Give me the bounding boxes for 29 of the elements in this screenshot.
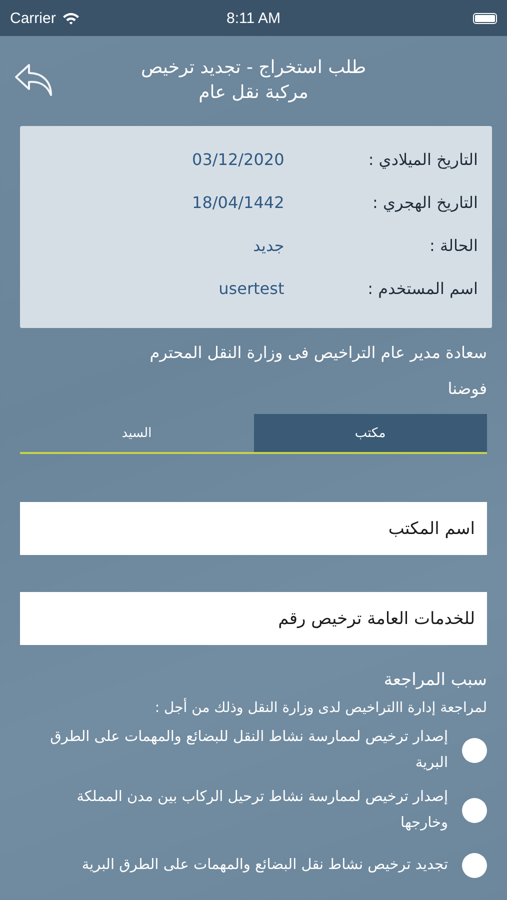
info-value: usertest (218, 279, 284, 298)
radio-button[interactable] (462, 738, 487, 762)
info-label: اسم المستخدم : (366, 279, 478, 298)
input-field[interactable]: اسم المكتب (20, 502, 487, 555)
info-value: 18/04/1442 (191, 193, 284, 212)
info-label: الحالة : (428, 236, 478, 255)
tab[interactable]: السيد (20, 414, 254, 452)
info-label: التاريخ الهجري : (372, 193, 478, 212)
letter-text: فوضنا (446, 378, 487, 400)
section-title: سبب المراجعة (382, 670, 487, 690)
option-label[interactable]: إصدار ترخيص لممارسة نشاط النقل للبضائع والمهمات على الطرق البرية (30, 724, 448, 776)
carrier-label: Carrier (10, 10, 56, 26)
status-time: 8:11 AM (226, 10, 280, 26)
input-field[interactable]: للخدمات العامة ترخيص رقم (20, 592, 487, 645)
intro-text: لمراجعة إدارة االتراخيص لدى وزارة النقل وذلك من أجل : (154, 700, 487, 716)
radio-button[interactable] (462, 798, 487, 822)
option-label[interactable]: تجديد ترخيص نشاط نقل البضائع والمهمات على الطرق البرية (82, 852, 448, 878)
radio-button[interactable] (462, 852, 487, 878)
info-value: جديد (252, 236, 284, 255)
battery-icon (472, 12, 497, 24)
screen-title: طلب استخراج - تجديد ترخيص (140, 57, 366, 78)
option-label[interactable]: إصدار ترخيص لممارسة نشاط ترحيل الركاب بين مدن المملكة وخارجها (30, 784, 448, 836)
info-value: 03/12/2020 (191, 150, 284, 169)
tab[interactable]: مكتب (254, 414, 487, 452)
wifi-icon (62, 12, 80, 24)
info-label: التاريخ الميلادي : (367, 150, 478, 169)
letter-text: سعادة مدير عام التراخيص فى وزارة النقل المحترم (148, 342, 487, 364)
screen-title: مركبة نقل عام (198, 82, 308, 103)
back-arrow-icon[interactable] (14, 63, 54, 97)
